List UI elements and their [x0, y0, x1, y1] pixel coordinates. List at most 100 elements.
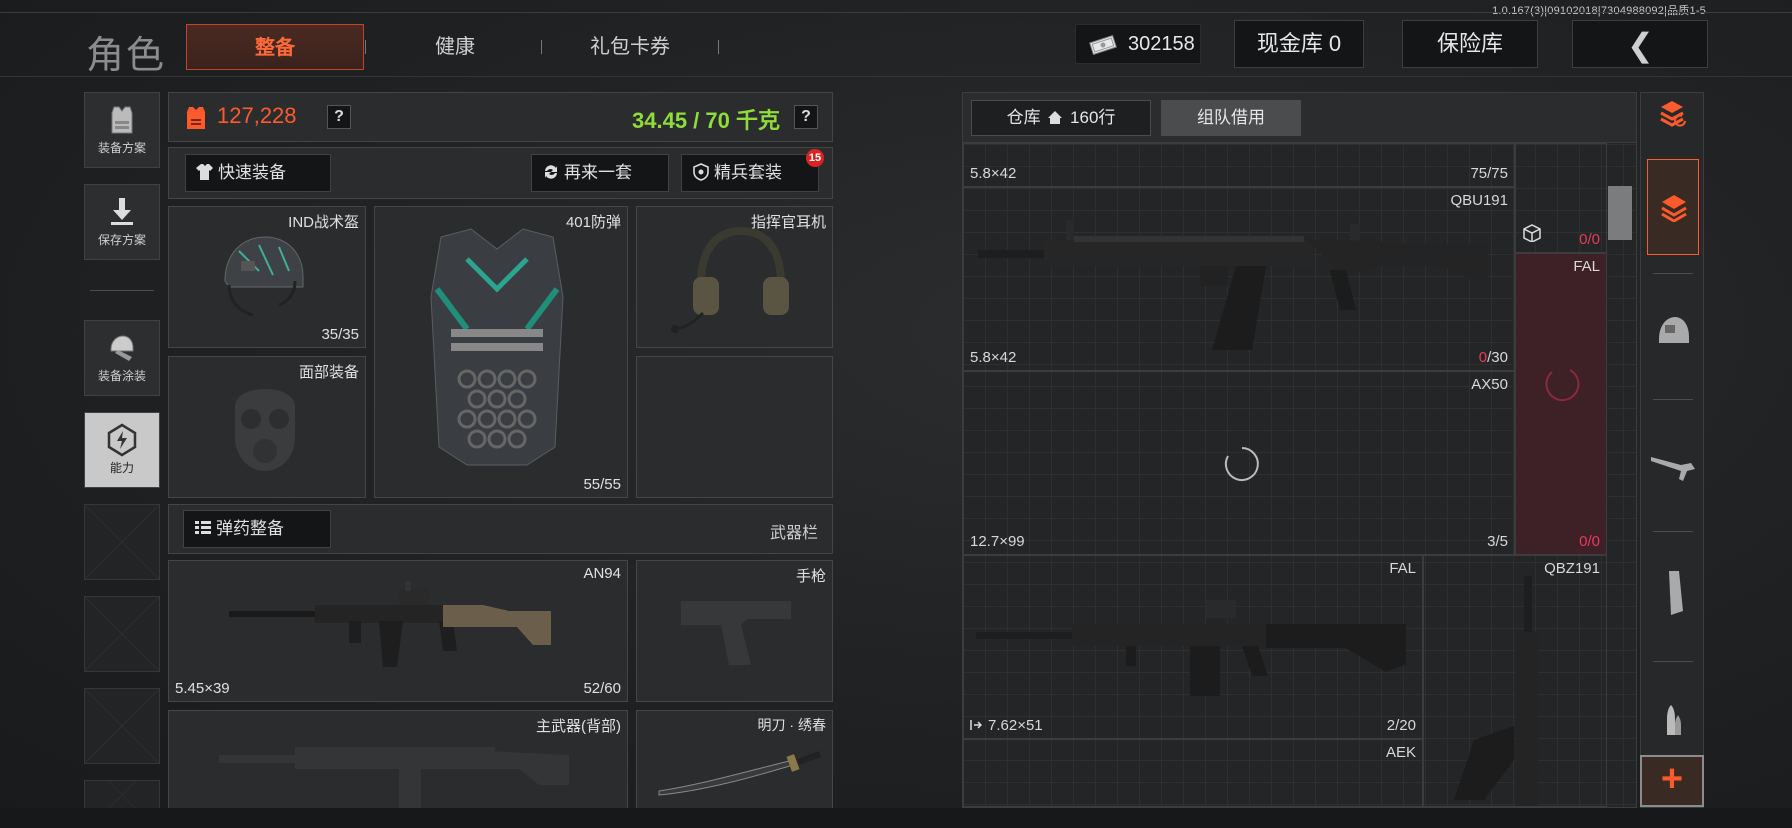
primary-weapon-slot[interactable]: AN94 5.45×39 52/60	[168, 560, 628, 702]
ammo-list-icon	[195, 521, 211, 534]
save-plan-button[interactable]: 保存方案	[84, 184, 160, 260]
tab-storage[interactable]: 仓库 160行	[971, 100, 1151, 136]
warehouse-item[interactable]: QBZ191	[1423, 555, 1607, 807]
item-name: QBU191	[1450, 192, 1508, 209]
ammo-icon[interactable]	[1645, 663, 1699, 763]
equip-arrow-icon	[970, 720, 982, 730]
warehouse-item[interactable]: AX50 12.7×99 3/5	[963, 371, 1515, 555]
pistol-slot-name: 手枪	[795, 568, 826, 585]
rifle-icon[interactable]	[1645, 411, 1699, 511]
warehouse-item[interactable]: AEK	[963, 739, 1423, 807]
add-button[interactable]: +	[1640, 755, 1704, 807]
filter-bar: +	[1640, 92, 1704, 808]
helmet-name: IND战术盔	[288, 214, 359, 231]
ammo-bar: 弹药整备 武器栏	[168, 504, 833, 554]
elite-set-button[interactable]: 精兵套装 15	[681, 149, 824, 192]
elite-count-badge: 15	[806, 149, 824, 167]
filter-all-button[interactable]	[1647, 159, 1699, 255]
safe-button[interactable]: 保险库	[1402, 20, 1538, 68]
stack-icon	[1661, 195, 1687, 222]
ability-icon	[107, 423, 137, 457]
tab-health[interactable]: 健康	[380, 24, 530, 70]
warehouse-item[interactable]: QBU191 5.8×42 0/30	[963, 187, 1515, 371]
box-icon	[1523, 224, 1541, 242]
sword-image	[658, 751, 821, 796]
empty-side-slot	[84, 780, 160, 810]
item-count: 0/30	[1479, 349, 1508, 366]
equipment-plan-button[interactable]: 装备方案	[84, 92, 160, 168]
page-title: 角色	[86, 33, 167, 77]
sort-icon[interactable]	[1645, 93, 1699, 139]
item-count: 3/5	[1487, 533, 1508, 550]
ammo-prepare-button[interactable]: 弹药整备	[183, 510, 331, 548]
item-caliber: 5.8×42	[970, 165, 1017, 182]
item-name: QBZ191	[1544, 560, 1600, 577]
side-label: 能力	[109, 461, 134, 475]
filter-divider	[1653, 399, 1693, 400]
money-display: 302158	[1075, 24, 1201, 64]
tab-team-borrow[interactable]: 组队借用	[1161, 100, 1301, 136]
face-slot[interactable]: 面部装备	[168, 356, 366, 498]
equip-again-label: 再来一套	[564, 163, 632, 182]
loadout-actions: 快速装备 再来一套 精兵套装 15	[168, 147, 833, 199]
magazine-icon[interactable]	[1645, 541, 1699, 641]
equip-again-button[interactable]: 再来一套	[531, 154, 669, 192]
back-button[interactable]: ❮	[1572, 20, 1708, 68]
helmet-icon[interactable]	[1645, 285, 1699, 385]
warehouse-item[interactable]: 5.8×42 75/75	[963, 143, 1515, 187]
quick-equip-button[interactable]: 快速装备	[185, 154, 331, 192]
bottom-strip	[0, 808, 1792, 828]
helmet-slot[interactable]: IND战术盔 35/35	[168, 206, 366, 348]
tab-gift[interactable]: 礼包卡券	[552, 24, 708, 70]
back-rifle-icon	[219, 747, 569, 809]
ability-button[interactable]: 能力	[84, 412, 160, 488]
primary-weapon-ammo: 52/60	[583, 680, 621, 697]
armor-value-icon	[187, 107, 205, 129]
version-text: 1.0.167(3)|09102018|7304988092|品质1-5	[1492, 5, 1706, 17]
side-divider	[90, 290, 154, 291]
qbu191-rifle-image	[978, 220, 1488, 350]
warehouse-item[interactable]: FAL 7.62×51 2/20	[963, 555, 1423, 739]
item-name: FAL	[1389, 560, 1416, 577]
tab-divider	[541, 40, 542, 54]
cash-icon	[1089, 35, 1117, 55]
warehouse-tabs: 仓库 160行 组队借用	[963, 93, 1636, 143]
an94-rifle-image	[229, 581, 551, 667]
face-slot-name: 面部装备	[298, 364, 359, 381]
armor-slot[interactable]: 401防弹 55/55	[374, 206, 628, 498]
shield-icon	[693, 163, 709, 181]
armor-durability: 55/55	[583, 476, 621, 493]
item-caliber: 12.7×99	[970, 533, 1025, 550]
ammo-prepare-label: 弹药整备	[216, 519, 284, 538]
qbz191-rifle-image	[1454, 576, 1538, 806]
loadout-price: 127,228	[217, 103, 297, 128]
shirt-icon	[196, 164, 213, 180]
warehouse-item[interactable]: 0/0	[1515, 143, 1607, 253]
headset-slot[interactable]: 指挥官耳机	[636, 206, 833, 348]
warehouse-item-unavailable[interactable]: FAL 0/0	[1515, 253, 1607, 555]
side-label: 装备涂装	[97, 369, 146, 383]
side-label: 装备方案	[97, 141, 146, 155]
item-count: 0/0	[1579, 533, 1600, 550]
warehouse-scrollbar[interactable]	[1608, 186, 1632, 240]
loading-spinner-icon	[1224, 447, 1259, 481]
cash-vault-button[interactable]: 现金库 0	[1234, 20, 1364, 68]
price-help-button[interactable]: ?	[327, 105, 351, 129]
vest-plan-icon	[111, 106, 133, 134]
equipment-paint-button[interactable]: 装备涂装	[84, 320, 160, 396]
tab-divider	[365, 40, 366, 54]
back-weapon-slot[interactable]: 主武器(背部)	[168, 710, 628, 810]
chevron-left-icon: ❮	[1627, 27, 1654, 63]
melee-slot[interactable]: 明刀 · 绣春	[636, 710, 833, 810]
pistol-slot[interactable]: 手枪	[636, 560, 833, 702]
armor-vest-image	[430, 228, 564, 466]
helmet-paint-icon	[110, 335, 134, 361]
weight-help-button[interactable]: ?	[794, 105, 818, 129]
tab-equip[interactable]: 整备	[186, 24, 364, 70]
headset-name: 指挥官耳机	[750, 214, 826, 231]
weapon-bar-label: 武器栏	[769, 525, 818, 542]
item-caliber: 7.62×51	[970, 717, 1043, 734]
back-weapon-name: 主武器(背部)	[536, 718, 621, 735]
money-value: 302158	[1128, 33, 1195, 55]
empty-gear-slot[interactable]	[636, 356, 833, 498]
